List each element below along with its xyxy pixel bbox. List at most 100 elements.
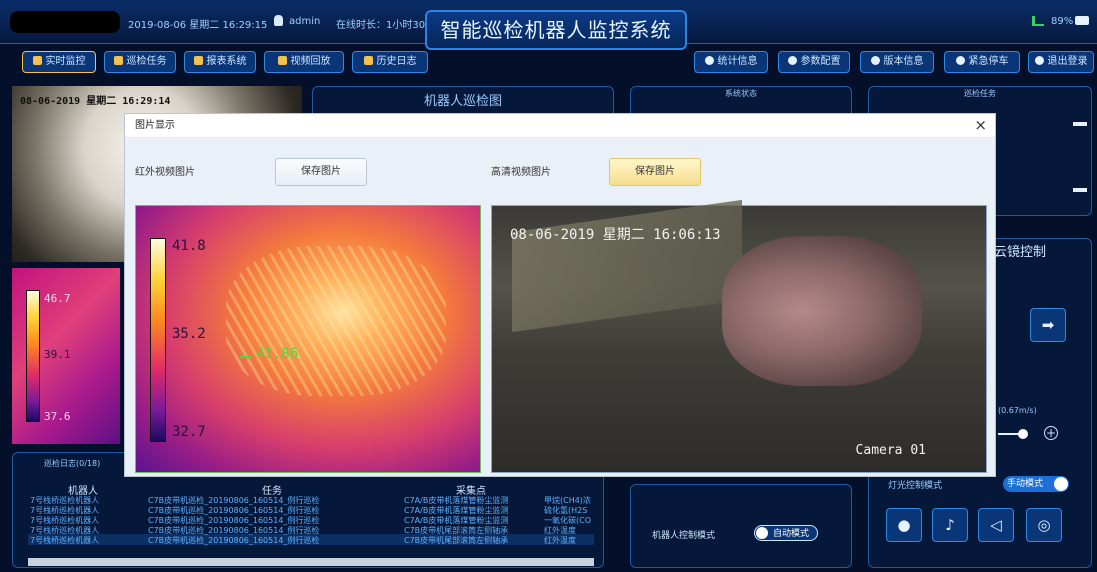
nav-label: 紧急停车 bbox=[968, 56, 1009, 67]
save-hd-image-button[interactable]: 保存图片 bbox=[609, 158, 701, 186]
ir-color-scale bbox=[150, 238, 166, 442]
nav-label: 实时监控 bbox=[45, 56, 86, 67]
nav-parameter-config[interactable]: 参数配置 bbox=[778, 51, 850, 73]
power-icon bbox=[1034, 56, 1044, 65]
nav-label: 版本信息 bbox=[883, 56, 924, 67]
datetime: 2019-08-06 星期二 16:29:15 bbox=[128, 20, 268, 31]
ir-tick: 37.6 bbox=[44, 410, 71, 423]
cell-robot: 7号栈桥巡检机器人 bbox=[30, 516, 100, 525]
hd-camera-label: Camera 01 bbox=[855, 443, 926, 458]
page-title: 智能巡检机器人监控系统 bbox=[425, 10, 687, 50]
ir-image-label: 红外视频图片 bbox=[135, 167, 195, 178]
thermal-texture bbox=[226, 246, 446, 396]
lightbulb-icon: ● bbox=[897, 516, 911, 534]
user-icon bbox=[274, 15, 283, 26]
cell-point: C7B皮带机尾部滚筒左侧轴承 bbox=[404, 536, 509, 545]
nav-realtime-monitor[interactable]: 实时监控 bbox=[22, 51, 96, 73]
hd-image-label: 高清视频图片 bbox=[491, 167, 551, 178]
sound-button[interactable]: ◁ bbox=[978, 508, 1014, 542]
ir-tick: 32.7 bbox=[172, 424, 206, 440]
collapse-icon[interactable] bbox=[1073, 122, 1087, 126]
cell-task: C7B皮带机巡检_20190806_160514_例行巡检 bbox=[148, 536, 320, 545]
nav-label: 巡检任务 bbox=[126, 56, 167, 67]
nav-version-info[interactable]: 版本信息 bbox=[860, 51, 934, 73]
mic-off-icon: ♪ bbox=[945, 516, 955, 534]
nav-statistics[interactable]: 统计信息 bbox=[694, 51, 768, 73]
chart-icon bbox=[193, 56, 203, 65]
robot-mode-label: 机器人控制模式 bbox=[652, 531, 716, 541]
signal-icon bbox=[1032, 16, 1044, 26]
online-duration: 在线时长：1小时30分 bbox=[336, 20, 436, 31]
plus-icon[interactable]: + bbox=[1044, 426, 1058, 440]
hd-timestamp: 08-06-2019 星期二 16:06:13 bbox=[510, 227, 721, 243]
system-status-title: 系统状态 bbox=[725, 89, 757, 98]
toggle-label: 自动模式 bbox=[773, 529, 810, 539]
toggle-knob bbox=[1054, 477, 1068, 491]
nav-logout[interactable]: 退出登录 bbox=[1028, 51, 1094, 73]
close-icon[interactable]: × bbox=[974, 116, 987, 134]
conveyor-frame bbox=[512, 199, 742, 333]
task-panel-title: 巡检任务 bbox=[964, 89, 996, 98]
battery-icon bbox=[1075, 16, 1089, 25]
nav-label: 历史日志 bbox=[376, 56, 417, 67]
table-row[interactable]: 7号栈桥巡检机器人 bbox=[30, 535, 99, 546]
ir-color-scale bbox=[26, 290, 40, 422]
dialog-body: 红外视频图片 保存图片 高清视频图片 保存图片 41.8 35.2 32.7 4… bbox=[125, 139, 995, 476]
robot-map-title: 机器人巡检图 bbox=[423, 94, 502, 109]
robot-mode-panel bbox=[630, 484, 852, 568]
stop-icon bbox=[955, 56, 965, 65]
toggle-label: 手动模式 bbox=[1007, 479, 1044, 489]
cell-robot: 7号栈桥巡检机器人 bbox=[30, 496, 100, 505]
nav-label: 统计信息 bbox=[717, 56, 758, 67]
save-ir-image-button[interactable]: 保存图片 bbox=[275, 158, 367, 186]
nav-label: 报表系统 bbox=[206, 56, 247, 67]
task-icon bbox=[113, 56, 123, 65]
camera-timestamp: 08-06-2019 星期二 16:29:14 bbox=[20, 96, 171, 107]
ir-spot-value: 41.86 bbox=[256, 346, 299, 362]
dialog-header: 图片显示 bbox=[125, 114, 995, 138]
username[interactable]: admin bbox=[289, 16, 320, 27]
image-display-dialog: 图片显示 × 红外视频图片 保存图片 高清视频图片 保存图片 41.8 35.2… bbox=[124, 113, 996, 477]
dialog-title: 图片显示 bbox=[135, 120, 175, 131]
speed-value: (0.67m/s) bbox=[998, 406, 1037, 415]
hd-image: 08-06-2019 星期二 16:06:13 Camera 01 bbox=[491, 199, 987, 473]
arrow-right-icon: ➡ bbox=[1041, 316, 1055, 334]
gear-icon bbox=[787, 56, 797, 65]
replay-icon bbox=[277, 56, 287, 65]
cell-robot: 7号栈桥巡检机器人 bbox=[30, 506, 100, 515]
ptz-control-title: 云镜控制 bbox=[994, 245, 1047, 260]
collapse-icon[interactable] bbox=[1073, 188, 1087, 192]
mute-button[interactable]: ♪ bbox=[932, 508, 968, 542]
speaker-icon: ◁ bbox=[990, 516, 1002, 534]
cell-extra: 红外温度 bbox=[544, 536, 576, 545]
horizontal-scrollbar[interactable] bbox=[28, 558, 594, 566]
log-tab[interactable]: 巡检日志(0/18) bbox=[44, 458, 100, 469]
version-icon bbox=[870, 56, 880, 65]
redacted-logo bbox=[10, 11, 120, 33]
light-mode-label: 灯光控制模式 bbox=[888, 481, 943, 491]
reset-button[interactable]: ◎ bbox=[1026, 508, 1062, 542]
light-button[interactable]: ● bbox=[886, 508, 922, 542]
ir-tick: 41.8 bbox=[172, 238, 206, 254]
info-icon bbox=[704, 56, 714, 65]
log-icon bbox=[363, 56, 373, 65]
nav-inspection-task[interactable]: 巡检任务 bbox=[104, 51, 176, 73]
rotate-icon: ◎ bbox=[1037, 516, 1051, 534]
ir-tick: 35.2 bbox=[172, 326, 206, 342]
nav-emergency-stop[interactable]: 紧急停车 bbox=[944, 51, 1020, 73]
nav-label: 退出登录 bbox=[1047, 56, 1088, 67]
toggle-knob bbox=[756, 527, 768, 539]
nav-label: 参数配置 bbox=[800, 56, 841, 67]
speed-slider-handle[interactable] bbox=[1018, 429, 1028, 439]
nav-video-playback[interactable]: 视频回放 bbox=[264, 51, 344, 73]
spot-marker bbox=[240, 356, 252, 358]
conveyor-roller bbox=[722, 236, 922, 386]
ptz-right-button[interactable]: ➡ bbox=[1030, 308, 1066, 342]
ir-tick: 39.1 bbox=[44, 348, 71, 361]
nav-report-system[interactable]: 报表系统 bbox=[184, 51, 256, 73]
ir-tick: 46.7 bbox=[44, 292, 71, 305]
speed-slider-track[interactable] bbox=[998, 433, 1020, 435]
battery-level: 89% bbox=[1051, 16, 1074, 27]
cell-robot: 7号栈桥巡检机器人 bbox=[30, 536, 100, 545]
nav-history-log[interactable]: 历史日志 bbox=[352, 51, 428, 73]
